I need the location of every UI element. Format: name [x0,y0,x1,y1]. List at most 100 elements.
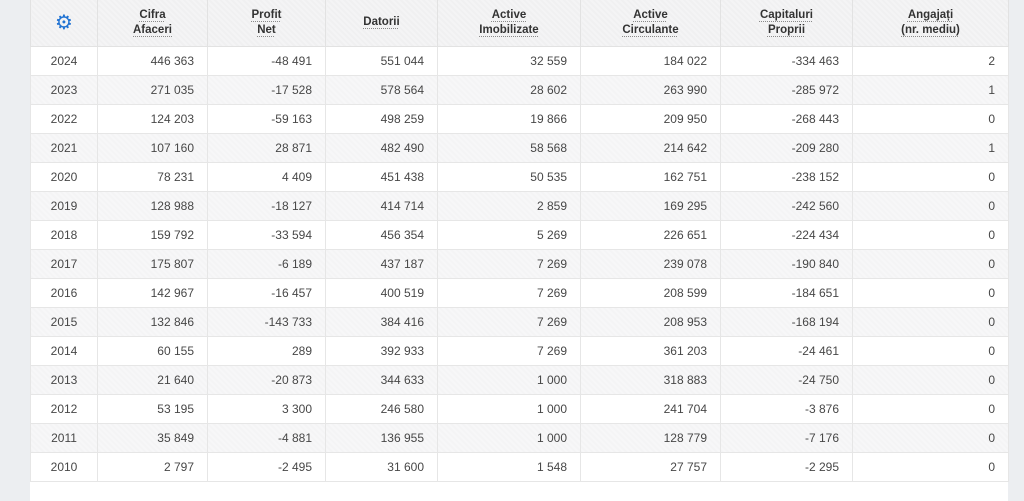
cifra-afaceri-cell: 175 807 [97,248,208,279]
table-row: 2018 159 792 -33 594 456 354 5 269 226 6… [30,219,1009,250]
datorii-cell: 31 600 [325,451,438,482]
year-cell: 2017 [30,248,98,279]
active-imobilizate-cell: 7 269 [437,248,581,279]
year-cell: 2015 [30,306,98,337]
angajati-cell: 0 [852,103,1009,134]
active-imobilizate-cell: 32 559 [437,45,581,76]
profit-net-cell: -20 873 [207,364,326,395]
active-circulante-cell: 226 651 [580,219,721,250]
active-circulante-cell: 128 779 [580,422,721,453]
capitaluri-proprii-cell: -238 152 [720,161,853,192]
angajati-cell: 0 [852,277,1009,308]
profit-net-cell: -16 457 [207,277,326,308]
year-cell: 2023 [30,74,98,105]
angajati-cell: 0 [852,393,1009,424]
table-row: 2011 35 849 -4 881 136 955 1 000 128 779… [30,422,1009,453]
capitaluri-proprii-cell: -7 176 [720,422,853,453]
year-cell: 2020 [30,161,98,192]
active-circulante-cell: 208 599 [580,277,721,308]
datorii-cell: 392 933 [325,335,438,366]
table-body: 2024 446 363 -48 491 551 044 32 559 184 … [30,45,1009,482]
angajati-cell: 0 [852,190,1009,221]
active-circulante-cell: 239 078 [580,248,721,279]
column-header-label: Active Imobilizate [479,8,539,36]
capitaluri-proprii-cell: -3 876 [720,393,853,424]
column-header-angajati[interactable]: Angajați (nr. mediu) [852,0,1009,47]
cifra-afaceri-cell: 124 203 [97,103,208,134]
profit-net-cell: 28 871 [207,132,326,163]
column-header-label: Angajați (nr. mediu) [901,8,960,36]
angajati-cell: 0 [852,422,1009,453]
angajati-cell: 2 [852,45,1009,76]
cifra-afaceri-cell: 60 155 [97,335,208,366]
active-imobilizate-cell: 7 269 [437,306,581,337]
active-circulante-cell: 184 022 [580,45,721,76]
active-circulante-cell: 169 295 [580,190,721,221]
profit-net-cell: -17 528 [207,74,326,105]
datorii-cell: 384 416 [325,306,438,337]
active-circulante-cell: 241 704 [580,393,721,424]
datorii-cell: 451 438 [325,161,438,192]
column-header-label: Profit Net [251,8,282,36]
active-imobilizate-cell: 28 602 [437,74,581,105]
profit-net-cell: -2 495 [207,451,326,482]
angajati-cell: 0 [852,306,1009,337]
year-cell: 2011 [30,422,98,453]
gear-icon[interactable]: ⚙ [55,13,73,33]
cifra-afaceri-cell: 132 846 [97,306,208,337]
active-circulante-cell: 162 751 [580,161,721,192]
capitaluri-proprii-cell: -209 280 [720,132,853,163]
active-imobilizate-cell: 1 000 [437,422,581,453]
active-imobilizate-cell: 50 535 [437,161,581,192]
table-row: 2016 142 967 -16 457 400 519 7 269 208 5… [30,277,1009,308]
angajati-cell: 0 [852,161,1009,192]
financial-table-panel: ⚙ Cifra Afaceri Profit Net Datorii Activ… [30,0,1009,501]
capitaluri-proprii-cell: -268 443 [720,103,853,134]
table-row: 2014 60 155 289 392 933 7 269 361 203 -2… [30,335,1009,366]
datorii-cell: 136 955 [325,422,438,453]
datorii-cell: 551 044 [325,45,438,76]
column-header-label: Active Circulante [622,8,679,36]
angajati-cell: 1 [852,132,1009,163]
capitaluri-proprii-cell: -24 461 [720,335,853,366]
active-imobilizate-cell: 7 269 [437,277,581,308]
column-header-active-circulante[interactable]: Active Circulante [580,0,721,47]
datorii-cell: 414 714 [325,190,438,221]
column-header-profit-net[interactable]: Profit Net [207,0,326,47]
table-row: 2022 124 203 -59 163 498 259 19 866 209 … [30,103,1009,134]
column-header-capitaluri-proprii[interactable]: Capitaluri Proprii [720,0,853,47]
profit-net-cell: 289 [207,335,326,366]
capitaluri-proprii-cell: -2 295 [720,451,853,482]
capitaluri-proprii-cell: -224 434 [720,219,853,250]
column-header-label: Datorii [363,16,400,29]
column-header-cifra-afaceri[interactable]: Cifra Afaceri [97,0,208,47]
angajati-cell: 0 [852,248,1009,279]
year-cell: 2014 [30,335,98,366]
active-imobilizate-cell: 1 000 [437,393,581,424]
table-row: 2023 271 035 -17 528 578 564 28 602 263 … [30,74,1009,105]
column-header-label: Capitaluri Proprii [759,8,814,36]
active-imobilizate-cell: 7 269 [437,335,581,366]
active-imobilizate-cell: 1 548 [437,451,581,482]
datorii-cell: 400 519 [325,277,438,308]
datorii-cell: 437 187 [325,248,438,279]
cifra-afaceri-cell: 21 640 [97,364,208,395]
active-imobilizate-cell: 5 269 [437,219,581,250]
active-imobilizate-cell: 1 000 [437,364,581,395]
capitaluri-proprii-cell: -334 463 [720,45,853,76]
profit-net-cell: 3 300 [207,393,326,424]
cifra-afaceri-cell: 2 797 [97,451,208,482]
table-row: 2012 53 195 3 300 246 580 1 000 241 704 … [30,393,1009,424]
year-cell: 2021 [30,132,98,163]
datorii-cell: 482 490 [325,132,438,163]
active-circulante-cell: 263 990 [580,74,721,105]
cifra-afaceri-cell: 446 363 [97,45,208,76]
column-header-datorii[interactable]: Datorii [325,0,438,47]
settings-header-cell[interactable]: ⚙ [30,0,98,47]
table-row: 2010 2 797 -2 495 31 600 1 548 27 757 -2… [30,451,1009,482]
year-cell: 2024 [30,45,98,76]
active-circulante-cell: 209 950 [580,103,721,134]
cifra-afaceri-cell: 128 988 [97,190,208,221]
capitaluri-proprii-cell: -190 840 [720,248,853,279]
column-header-active-imobilizate[interactable]: Active Imobilizate [437,0,581,47]
